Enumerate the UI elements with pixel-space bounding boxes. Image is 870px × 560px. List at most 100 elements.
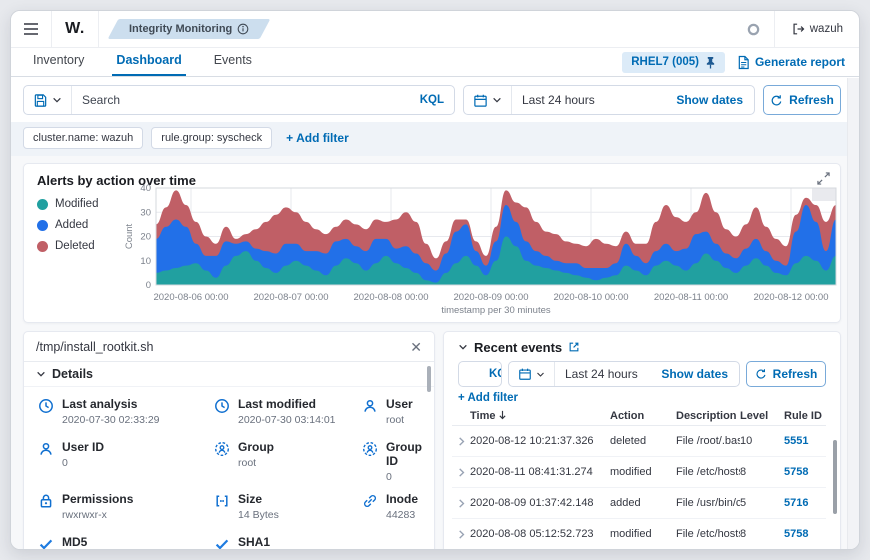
logo-text: W. xyxy=(65,20,85,37)
health-status-button[interactable] xyxy=(734,11,774,47)
kql-toggle[interactable]: KQL xyxy=(410,94,454,106)
col-action[interactable]: Action xyxy=(610,410,676,422)
page-scrollbar-track[interactable] xyxy=(847,78,859,549)
wazuh-logo[interactable]: W. xyxy=(52,20,98,38)
tab-events[interactable]: Events xyxy=(210,48,256,76)
event-row[interactable]: 2020-08-11 08:41:31.274modifiedFile /etc… xyxy=(452,457,826,488)
events-kql-toggle[interactable]: KQL xyxy=(479,368,502,380)
detail-item-sha1: SHA1f674as9fh3729dkgt6f4k903ndy29tm809a9 xyxy=(214,535,428,550)
show-dates-button[interactable]: Show dates xyxy=(665,93,754,107)
bottom-row: /tmp/install_rootkit.sh ✕ Details Last a… xyxy=(23,331,841,550)
detail-label: Group ID xyxy=(386,440,428,468)
user-menu[interactable]: wazuh xyxy=(775,22,859,36)
detail-label: Last analysis xyxy=(62,397,160,411)
rule-id-link[interactable]: 5551 xyxy=(784,435,808,447)
details-section-label: Details xyxy=(52,367,93,381)
expand-row-icon[interactable] xyxy=(457,498,466,509)
recent-events-panel: Recent events KQL Last 24 hours S xyxy=(443,331,841,550)
health-ring-icon xyxy=(747,23,760,36)
file-path-title: /tmp/install_rootkit.sh xyxy=(36,340,153,354)
user-icon xyxy=(362,398,378,414)
detail-item-inode: Inode44283 xyxy=(362,492,428,526)
sort-down-icon xyxy=(498,410,507,420)
event-row[interactable]: 2020-08-09 01:37:42.148addedFile /usr/bi… xyxy=(452,488,826,519)
filter-pill-cluster[interactable]: cluster.name: wazuh xyxy=(23,127,143,149)
events-query-bar: KQL Last 24 hours Show dates Refresh xyxy=(444,356,840,387)
detail-value: root xyxy=(386,414,413,426)
detail-value: 0 xyxy=(62,457,104,469)
svg-text:2020-08-12 00:00: 2020-08-12 00:00 xyxy=(753,292,828,303)
tab-bar: Inventory Dashboard Events RHEL7 (005) G… xyxy=(11,48,859,77)
col-time[interactable]: Time xyxy=(470,410,610,422)
legend-item-deleted[interactable]: Deleted xyxy=(37,240,98,252)
legend-item-added[interactable]: Added xyxy=(37,219,98,231)
col-level[interactable]: Level xyxy=(740,410,784,422)
event-action: deleted xyxy=(610,435,676,447)
detail-value: 44283 xyxy=(386,509,418,521)
breadcrumb[interactable]: Integrity Monitoring xyxy=(113,19,265,39)
legend-item-modified[interactable]: Modified xyxy=(37,198,98,210)
group-icon xyxy=(214,441,230,457)
events-scrollbar[interactable] xyxy=(833,440,837,514)
add-filter-button[interactable]: + Add filter xyxy=(286,131,349,145)
legend-label: Deleted xyxy=(55,240,95,252)
tab-inventory[interactable]: Inventory xyxy=(29,48,88,76)
agent-badge[interactable]: RHEL7 (005) xyxy=(622,52,725,73)
expand-row-icon[interactable] xyxy=(457,529,466,540)
detail-label: Group xyxy=(238,440,274,454)
detail-label: MD5 xyxy=(62,535,210,549)
calendar-icon xyxy=(473,93,488,108)
report-icon xyxy=(737,55,750,70)
caret-down-icon[interactable] xyxy=(458,342,468,352)
events-refresh-label: Refresh xyxy=(773,367,818,381)
detail-item-group: Grouproot xyxy=(214,440,362,483)
col-description[interactable]: Description xyxy=(676,410,740,422)
events-calendar-button[interactable] xyxy=(509,362,555,386)
detail-item-md5: MD5niwud923rd2f734r9h29d82d022 xyxy=(38,535,214,550)
col-rule-id[interactable]: Rule ID xyxy=(784,410,826,422)
time-range-label[interactable]: Last 24 hours xyxy=(512,93,665,107)
saved-query-button[interactable] xyxy=(24,86,72,114)
details-section-toggle[interactable]: Details xyxy=(24,362,434,387)
legend-dot xyxy=(37,241,48,252)
top-bar: W. Integrity Monitoring wazuh xyxy=(11,11,859,48)
event-row[interactable]: 2020-08-12 10:21:37.326deletedFile /root… xyxy=(452,426,826,457)
alerts-chart-svg: 2020-08-06 00:002020-08-07 00:002020-08-… xyxy=(124,178,840,318)
events-time-range-label[interactable]: Last 24 hours xyxy=(555,367,650,381)
detail-value: 0 xyxy=(386,471,428,483)
event-row[interactable]: 2020-08-08 05:12:52.723modifiedFile /etc… xyxy=(452,519,826,550)
search-input[interactable] xyxy=(72,93,410,107)
rule-id-link[interactable]: 5758 xyxy=(784,528,808,540)
filter-pill-rulegroup[interactable]: rule.group: syscheck xyxy=(151,127,272,149)
details-header: /tmp/install_rootkit.sh ✕ xyxy=(24,332,434,362)
events-refresh-button[interactable]: Refresh xyxy=(746,361,826,387)
agent-badge-label: RHEL7 (005) xyxy=(631,56,699,68)
rule-id-link[interactable]: 5716 xyxy=(784,497,808,509)
event-time: 2020-08-09 01:37:42.148 xyxy=(470,497,610,509)
events-show-dates-button[interactable]: Show dates xyxy=(650,367,739,381)
clock-icon xyxy=(38,398,54,414)
save-icon xyxy=(33,93,48,108)
generate-report-button[interactable]: Generate report xyxy=(737,55,845,70)
event-level: 10 xyxy=(740,435,784,447)
event-description: File /etc/hosts modified. xyxy=(676,528,740,540)
refresh-icon xyxy=(770,94,783,107)
detail-label: SHA1 xyxy=(238,535,434,549)
expand-row-icon[interactable] xyxy=(457,436,466,447)
external-link-icon[interactable] xyxy=(568,341,580,353)
refresh-button[interactable]: Refresh xyxy=(763,85,841,115)
query-bar: KQL Last 24 hours Show dates Refresh xyxy=(11,77,859,122)
calendar-icon xyxy=(518,367,532,381)
rule-id-link[interactable]: 5758 xyxy=(784,466,808,478)
events-search-input[interactable] xyxy=(459,367,479,381)
breadcrumb-label: Integrity Monitoring xyxy=(129,23,232,35)
menu-button[interactable] xyxy=(11,11,51,47)
events-add-filter-button[interactable]: + Add filter xyxy=(444,387,840,406)
detail-label: Size xyxy=(238,492,279,506)
svg-text:2020-08-10 00:00: 2020-08-10 00:00 xyxy=(553,292,628,303)
calendar-button[interactable] xyxy=(464,86,512,114)
tab-dashboard[interactable]: Dashboard xyxy=(112,48,185,76)
close-icon[interactable]: ✕ xyxy=(410,340,422,354)
details-scrollbar[interactable] xyxy=(427,366,431,392)
expand-row-icon[interactable] xyxy=(457,467,466,478)
